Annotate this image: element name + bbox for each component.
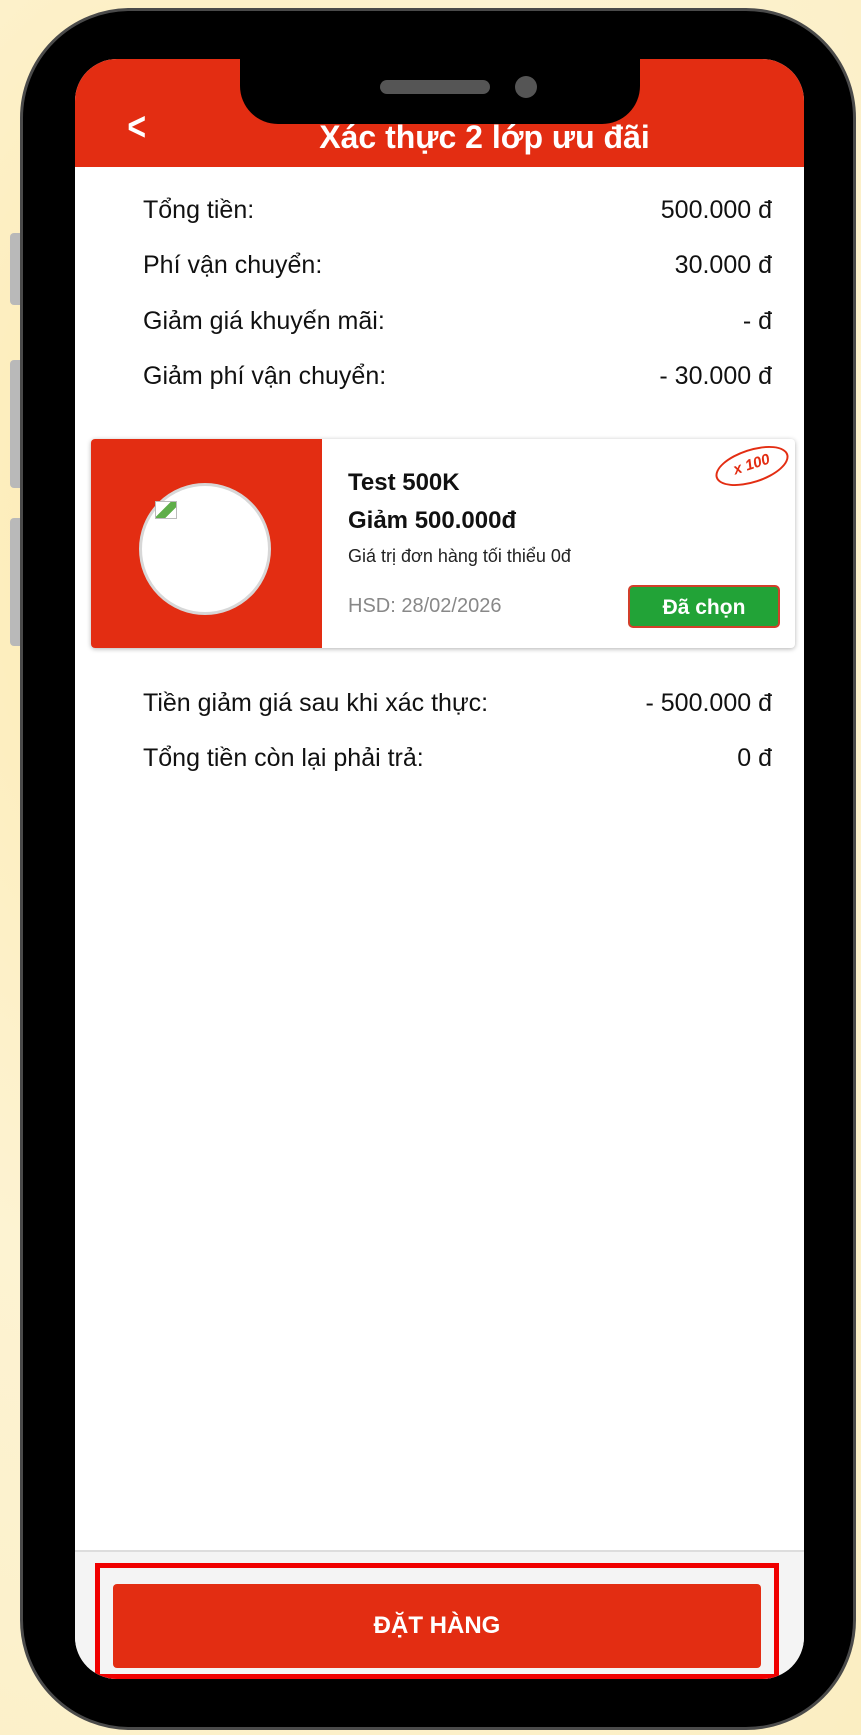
voucher-expiry: HSD: 28/02/2026 (348, 595, 502, 617)
summary-value: 30.000 đ (674, 250, 772, 279)
summary-value: 500.000 đ (660, 195, 772, 224)
total-value: 0 đ (737, 743, 772, 772)
voucher-discount: Giảm 500.000đ (348, 507, 517, 534)
summary-row-shipping: Phí vận chuyển: 30.000 đ (143, 247, 772, 283)
broken-image-icon (155, 501, 177, 519)
total-label: Tổng tiền còn lại phải trả: (143, 743, 424, 772)
voucher-logo (139, 483, 271, 615)
summary-value: - 30.000 đ (659, 361, 772, 390)
page-title: Xác thực 2 lớp ưu đãi (319, 119, 650, 155)
summary-label: Giảm giá khuyến mãi: (143, 306, 385, 335)
summary-row-total: Tổng tiền: 500.000 đ (143, 192, 772, 228)
summary-row-promo: Giảm giá khuyến mãi: - đ (143, 303, 772, 339)
total-label: Tiền giảm giá sau khi xác thực: (143, 688, 489, 717)
voucher-name: Test 500K (348, 469, 460, 496)
app-screen: < Xác thực 2 lớp ưu đãi Tổng tiền: 500.0… (75, 59, 804, 1679)
summary-label: Giảm phí vận chuyển: (143, 361, 387, 390)
voucher-selected-button[interactable]: Đã chọn (628, 585, 780, 628)
phone-notch (240, 59, 640, 124)
phone-frame: < Xác thực 2 lớp ưu đãi Tổng tiền: 500.0… (20, 8, 856, 1730)
camera (515, 76, 537, 98)
summary-label: Tổng tiền: (143, 195, 255, 224)
voucher-image-panel (91, 439, 322, 648)
chevron-left-icon[interactable]: < (127, 107, 146, 147)
summary-row-shipping-discount: Giảm phí vận chuyển: - 30.000 đ (143, 358, 772, 394)
voucher-min-order: Giá trị đơn hàng tối thiểu 0đ (348, 546, 571, 566)
quantity-badge: x 100 (710, 439, 794, 494)
speaker (380, 80, 490, 94)
summary-label: Phí vận chuyển: (143, 250, 323, 279)
total-row-discount: Tiền giảm giá sau khi xác thực: - 500.00… (143, 685, 772, 721)
highlight-box (95, 1563, 779, 1679)
summary-value: - đ (742, 306, 772, 335)
total-value: - 500.000 đ (645, 688, 773, 717)
total-row-remaining: Tổng tiền còn lại phải trả: 0 đ (143, 740, 772, 776)
voucher-card[interactable]: x 100 Test 500K Giảm 500.000đ Giá trị đơ… (91, 439, 795, 648)
